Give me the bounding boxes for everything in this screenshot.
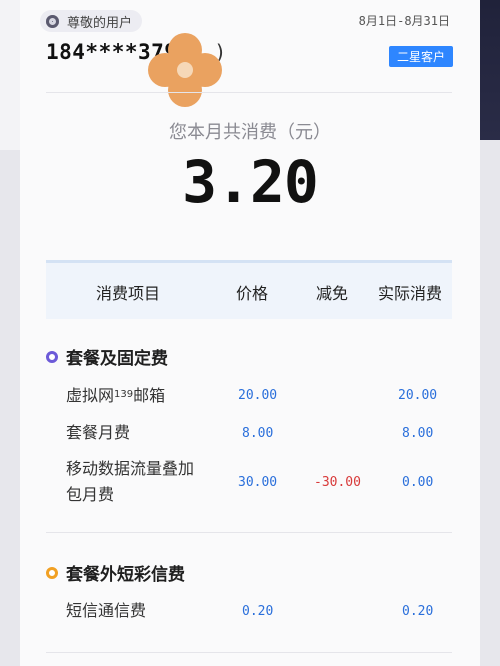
item-label-part: 邮箱: [133, 386, 166, 405]
item-label-part: 虚拟网: [66, 386, 115, 405]
actual-value: 0.00: [402, 475, 434, 490]
header-discount: 减免: [316, 284, 349, 303]
monthly-spend-amount: 3.20: [182, 148, 319, 216]
user-greeting-label: 尊敬的用户: [67, 15, 133, 31]
actual-value: 20.00: [398, 388, 438, 403]
discount-value: -30.00: [314, 475, 361, 490]
monthly-spend-label: 您本月共消费（元）: [169, 122, 331, 143]
item-label-data-addon: 移动数据流量叠加 包月费: [66, 456, 194, 508]
section-title-package-fixed: 套餐及固定费: [46, 344, 168, 369]
item-label-sup: 139: [114, 389, 134, 400]
price-value: 30.00: [238, 475, 278, 490]
customer-tier-badge: 二星客户: [388, 46, 453, 67]
header-actual: 实际消费: [378, 284, 443, 303]
section-title-extra-sms: 套餐外短彩信费: [46, 560, 185, 585]
user-greeting-pill: 尊敬的用户: [40, 10, 143, 32]
item-label-virtual-net-mailbox: 虚拟网139邮箱: [66, 382, 165, 409]
actual-value: 0.20: [402, 604, 434, 619]
section-divider: [46, 532, 452, 533]
item-label-line: 包月费: [66, 485, 115, 504]
user-icon: [46, 14, 59, 28]
header-divider: [46, 92, 452, 93]
redaction-flower-icon: [148, 33, 222, 107]
header-item: 消费项目: [96, 284, 161, 303]
item-label-sms-fee: 短信通信费: [66, 601, 147, 620]
item-label-package-fee: 套餐月费: [66, 423, 131, 442]
table-header: 消费项目 价格 减免 实际消费: [46, 260, 452, 319]
section-title-text: 套餐及固定费: [66, 349, 168, 369]
item-label-line: 移动数据流量叠加: [66, 459, 195, 478]
section-bullet-icon: [46, 566, 58, 579]
price-value: 0.20: [242, 604, 274, 619]
section-bullet-icon: [46, 350, 58, 363]
actual-value: 8.00: [402, 426, 434, 441]
header-price: 价格: [236, 284, 269, 303]
billing-date-range: 8月1日-8月31日: [358, 14, 450, 28]
section-title-text: 套餐外短彩信费: [66, 565, 185, 585]
price-value: 8.00: [242, 426, 274, 441]
bottom-divider: [46, 652, 452, 653]
price-value: 20.00: [238, 388, 278, 403]
